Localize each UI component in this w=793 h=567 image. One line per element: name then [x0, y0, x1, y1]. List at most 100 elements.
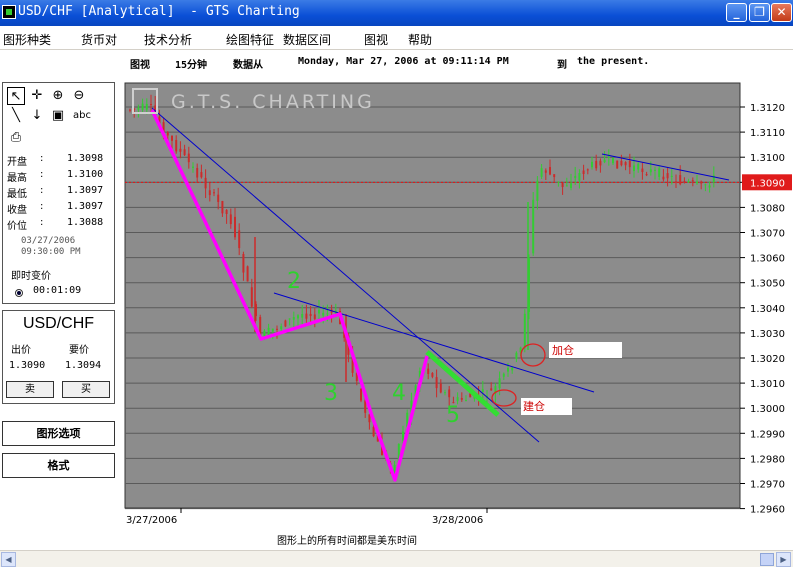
candle-body: [670, 175, 673, 177]
candle-body: [150, 104, 152, 106]
data-from-label: 数据从: [233, 60, 263, 71]
candle-body: [628, 160, 631, 168]
price-chart[interactable]: 1.3120 1.3110 1.3100 1.3090 1.3080 1.3070 1.30…: [124, 82, 793, 530]
candle-body: [658, 168, 661, 177]
horizontal-scrollbar[interactable]: ◀ ▶: [0, 550, 793, 567]
candle-body: [221, 200, 224, 214]
candle-body: [166, 132, 169, 136]
candle-body: [586, 169, 589, 171]
candle-body: [481, 389, 484, 392]
zoom-in-icon[interactable]: ⊕: [49, 87, 67, 105]
realtime-label: 即时变价: [11, 271, 51, 282]
arrow-down-icon[interactable]: ↓: [28, 107, 46, 125]
candle-body: [280, 326, 283, 330]
crosshair-icon[interactable]: ✛: [28, 87, 46, 105]
menu-chart-type[interactable]: 图形种类: [3, 31, 51, 48]
candle-body: [460, 397, 463, 400]
timezone-note: 图形上的所有时间都是美东时间: [277, 536, 417, 547]
x-tick-label: 3/27/2006: [126, 515, 177, 526]
close-button[interactable]: ✕: [771, 3, 792, 22]
menu-data-range[interactable]: 数据区间: [283, 31, 331, 48]
to-label: 到: [557, 60, 567, 71]
candle-body: [570, 183, 572, 188]
candle-body: [532, 199, 535, 254]
watermark-text: G.T.S. CHARTING: [171, 91, 375, 113]
candle-body: [276, 328, 278, 330]
candle-body: [372, 426, 375, 437]
candle-body: [444, 392, 446, 394]
candle-body: [700, 181, 703, 184]
candle-body: [582, 170, 585, 174]
wave-label-5: 5: [446, 403, 460, 428]
candle-body: [616, 160, 619, 169]
candle-body: [326, 313, 329, 315]
chart-options-button[interactable]: 图形选项: [2, 421, 115, 446]
candle-body: [238, 230, 241, 249]
candle-body: [708, 185, 711, 188]
realtime-radio[interactable]: [15, 289, 23, 297]
candle-body: [633, 165, 635, 172]
buy-button[interactable]: 买: [62, 381, 110, 398]
candle-body: [675, 181, 677, 183]
y-tick-label: 1.2990: [750, 429, 785, 440]
zoom-out-icon[interactable]: ⊖: [70, 87, 88, 105]
menu-technical-analysis[interactable]: 技术分析: [144, 31, 192, 48]
scroll-right-icon[interactable]: ▶: [776, 552, 791, 567]
candle-body: [171, 135, 173, 141]
format-button[interactable]: 格式: [2, 453, 115, 478]
text-box-icon[interactable]: ▣: [49, 107, 67, 125]
print-icon[interactable]: ⎙: [7, 129, 25, 147]
candle-body: [683, 181, 686, 183]
window-title: USD/CHF [Analytical] - GTS Charting: [18, 4, 300, 19]
view-label: 图视: [130, 60, 150, 71]
candle-body: [645, 174, 648, 176]
pointer-icon[interactable]: ↖: [7, 87, 25, 105]
realtime-timer: 00:01:09: [33, 285, 82, 296]
y-tick-label: 1.3080: [750, 203, 785, 214]
candle-body: [502, 373, 505, 377]
menu-help[interactable]: 帮助: [408, 31, 432, 48]
y-tick-label: 1.3070: [750, 229, 785, 240]
chart-info-bar: 图视 15分钟 数据从 Monday, Mar 27, 2006 at 09:1…: [0, 50, 793, 76]
candle-body: [267, 327, 270, 336]
candle-body: [145, 103, 148, 110]
end-present: the present.: [577, 56, 650, 67]
line-tool-icon[interactable]: ╲: [7, 107, 25, 125]
menu-currency-pair[interactable]: 货币对: [81, 31, 117, 48]
candle-body: [549, 167, 551, 175]
candle-body: [309, 313, 312, 317]
candle-body: [649, 169, 652, 173]
candle-body: [490, 388, 493, 391]
x-axis: 3/27/2006 3/28/2006: [126, 508, 488, 526]
candle-body: [271, 328, 274, 332]
candle-body: [246, 266, 249, 282]
candle-body: [544, 170, 547, 173]
candle-body: [696, 181, 698, 184]
quote-time: 09:30:00 PM: [21, 247, 81, 257]
text-tool[interactable]: abc: [67, 107, 97, 125]
ask-value: 1.3094: [65, 360, 102, 371]
candle-body: [208, 190, 211, 196]
candle-body: [515, 352, 518, 359]
candle-body: [292, 317, 295, 320]
candle-body: [183, 149, 186, 156]
restore-button[interactable]: ❐: [749, 3, 770, 22]
menu-drawing[interactable]: 绘图特征: [226, 31, 274, 48]
candle-body: [641, 168, 644, 173]
y-tick-label: 1.3030: [750, 329, 785, 340]
y-tick-label: 1.3020: [750, 354, 785, 365]
candle-body: [284, 320, 287, 327]
scroll-thumb[interactable]: [760, 553, 774, 566]
candle-body: [439, 383, 442, 393]
minimize-button[interactable]: _: [726, 3, 747, 22]
candle-body: [297, 315, 299, 319]
menu-view[interactable]: 图视: [364, 31, 388, 48]
y-tick-label: 1.3000: [750, 404, 785, 415]
candle-body: [465, 400, 467, 402]
sell-button[interactable]: 卖: [6, 381, 54, 398]
candle-body: [704, 184, 707, 186]
candle-body: [192, 166, 194, 168]
chart-area[interactable]: 1.3120 1.3110 1.3100 1.3090 1.3080 1.3070 1.30…: [124, 82, 793, 530]
scroll-left-icon[interactable]: ◀: [1, 552, 16, 567]
candle-body: [654, 169, 656, 171]
